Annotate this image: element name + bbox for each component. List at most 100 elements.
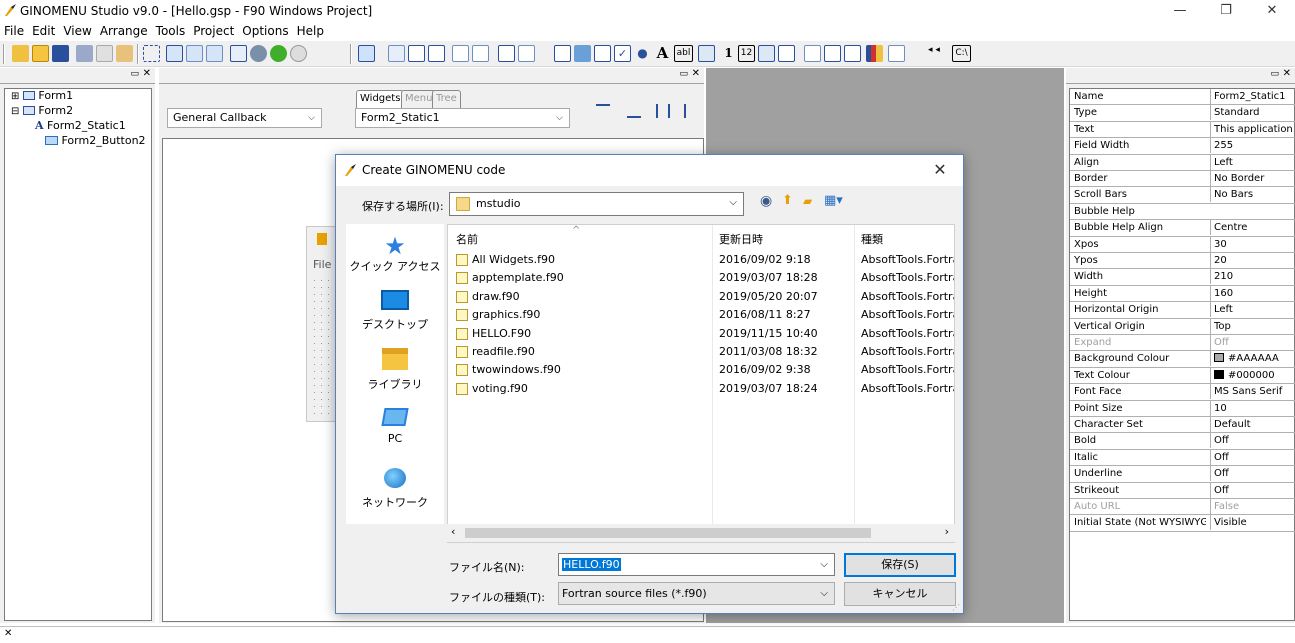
align-top-icon[interactable] [596, 104, 610, 118]
output-close-icon[interactable]: ✕ [4, 628, 12, 639]
tree-item-form2[interactable]: ⊟ Form2 [11, 104, 73, 118]
slider-tool-icon[interactable] [804, 45, 821, 62]
property-row[interactable]: Xpos 30 [1070, 236, 1295, 253]
graphics-frame-tool-icon[interactable] [428, 45, 445, 62]
tree-item-form2-button2[interactable]: Form2_Button2 [45, 134, 146, 148]
place-quick-access[interactable]: ★ クイック アクセス [346, 234, 444, 274]
picture-tool-icon[interactable] [574, 45, 591, 62]
expand-icon[interactable]: ⊞ [11, 91, 19, 102]
arrow-tool-icon[interactable]: ◂ ◂ [928, 45, 945, 62]
filename-input[interactable]: HELLO.f90 ⌵ [558, 553, 835, 576]
property-row[interactable]: Horizontal Origin Left [1070, 302, 1295, 319]
file-row[interactable]: readfile.f90 2011/03/08 18:32 AbsoftTools.… [448, 343, 954, 361]
property-value[interactable]: 10 [1210, 400, 1295, 416]
collapse-icon[interactable]: ⊟ [11, 106, 19, 117]
menu-file[interactable]: File [0, 22, 28, 40]
window-icon[interactable] [186, 45, 203, 62]
property-value[interactable]: Left [1210, 302, 1295, 318]
scroll-left-icon[interactable]: ‹ [451, 525, 455, 538]
button-tool-icon[interactable] [554, 45, 571, 62]
file-row[interactable]: draw.f90 2019/05/20 20:07 AbsoftTools.Fort… [448, 288, 954, 306]
property-value[interactable]: Off [1210, 433, 1295, 449]
menu-tool-icon[interactable] [498, 45, 515, 62]
dialog-close-button[interactable]: ✕ [925, 159, 955, 181]
align-bottom-icon[interactable] [627, 104, 641, 118]
property-row[interactable]: Expand Off [1070, 335, 1295, 352]
property-row[interactable]: Auto URL False [1070, 499, 1295, 516]
menu-arrange[interactable]: Arrange [96, 22, 152, 40]
menu-options[interactable]: Options [238, 22, 292, 40]
spacer-tool-icon[interactable] [888, 45, 905, 62]
widget-combo[interactable]: Form2_Static1 ⌵ [355, 108, 570, 128]
menu-help[interactable]: Help [293, 22, 328, 40]
maximize-button[interactable]: ❐ [1203, 0, 1249, 22]
stop-icon[interactable] [290, 45, 307, 62]
property-row[interactable]: Ypos 20 [1070, 253, 1295, 270]
file-row[interactable]: graphics.f90 2016/08/11 8:27 AbsoftTools.F… [448, 306, 954, 324]
property-value[interactable]: Top [1210, 318, 1295, 334]
property-value[interactable]: Off [1210, 482, 1295, 498]
tree-item-form1[interactable]: ⊞ Form1 [11, 89, 73, 103]
file-row[interactable]: HELLO.F90 2019/11/15 10:40 AbsoftTools.For… [448, 325, 954, 343]
file-row[interactable]: twowindows.f90 2016/09/02 9:38 AbsoftTools… [448, 361, 954, 379]
new-folder-icon[interactable]: ▰ [803, 194, 812, 208]
callback-combo[interactable]: General Callback ⌵ [167, 108, 322, 128]
chart-tool-icon[interactable] [866, 45, 883, 62]
tab-widgets[interactable]: Widgets [356, 90, 405, 108]
property-value[interactable]: Off [1210, 449, 1295, 465]
property-value[interactable]: Default [1210, 417, 1295, 432]
run-icon[interactable] [270, 45, 287, 62]
panel-close-icon[interactable]: ✕ [692, 68, 700, 79]
property-row[interactable]: Height 160 [1070, 285, 1295, 303]
property-value[interactable]: Standard [1210, 105, 1295, 121]
tree-tool-icon[interactable] [844, 45, 861, 62]
file-browser-tool-icon[interactable]: C:\ [952, 45, 971, 62]
cancel-button[interactable]: キャンセル [844, 582, 956, 606]
property-value[interactable]: MS Sans Serif [1210, 384, 1295, 400]
split-tool-icon[interactable] [452, 45, 469, 62]
panel-restore-icon[interactable]: ▭ [679, 69, 688, 79]
property-value[interactable]: 20 [1210, 253, 1295, 268]
scroll-thumb[interactable] [465, 528, 871, 538]
save-in-combo[interactable]: mstudio ⌵ [449, 192, 744, 216]
property-row[interactable]: Bubble Help Align Centre [1070, 220, 1295, 237]
property-value[interactable]: Left [1210, 154, 1295, 170]
property-row[interactable]: Font Face MS Sans Serif [1070, 384, 1295, 401]
property-row[interactable]: Underline Off [1070, 466, 1295, 483]
property-value[interactable]: Centre [1210, 220, 1295, 236]
table-tool-icon[interactable] [698, 45, 715, 62]
panel-close-icon[interactable]: ✕ [143, 68, 151, 79]
radio-tool-icon[interactable]: ● [634, 45, 651, 62]
text-tool-icon[interactable]: A [654, 45, 671, 62]
scroll-right-icon[interactable]: › [945, 525, 949, 538]
property-row[interactable]: Field Width 255 [1070, 138, 1295, 155]
property-row[interactable]: Name Form2_Static1 [1070, 89, 1295, 106]
property-row[interactable]: Text This application de [1070, 121, 1295, 139]
label-tool-icon[interactable]: abl [674, 45, 693, 62]
filetype-select[interactable]: Fortran source files (*.f90) ⌵ [558, 582, 835, 605]
menu-edit[interactable]: Edit [28, 22, 59, 40]
place-desktop[interactable]: デスクトップ [346, 290, 444, 332]
menu-view[interactable]: View [59, 22, 95, 40]
property-row[interactable]: Background Colour #AAAAAA [1070, 351, 1295, 368]
property-row[interactable]: Vertical Origin Top [1070, 318, 1295, 335]
property-row[interactable]: Type Standard [1070, 105, 1295, 122]
grid-tool-icon[interactable] [758, 45, 775, 62]
property-value[interactable]: #AAAAAA [1210, 351, 1295, 367]
property-value[interactable]: No Bars [1210, 187, 1295, 203]
property-value[interactable]: 160 [1210, 285, 1295, 301]
property-value[interactable]: Form2_Static1 [1210, 89, 1295, 104]
pointer-tool-icon[interactable] [358, 45, 375, 62]
property-value[interactable]: Off [1210, 335, 1295, 350]
column-header-type[interactable]: 種類 [861, 231, 883, 247]
property-value[interactable]: This application de [1210, 121, 1295, 137]
column-header-name[interactable]: 名前 [456, 231, 478, 247]
place-libraries[interactable]: ライブラリ [346, 348, 444, 392]
code-generate-icon[interactable] [230, 45, 247, 62]
toolbar-tool-icon[interactable] [518, 45, 535, 62]
toggle-tool-icon[interactable] [594, 45, 611, 62]
dialog-icon[interactable] [206, 45, 223, 62]
menu-project[interactable]: Project [189, 22, 238, 40]
tab-tree[interactable]: Tree [432, 90, 461, 108]
up-folder-icon[interactable]: ⬆ [782, 193, 793, 208]
